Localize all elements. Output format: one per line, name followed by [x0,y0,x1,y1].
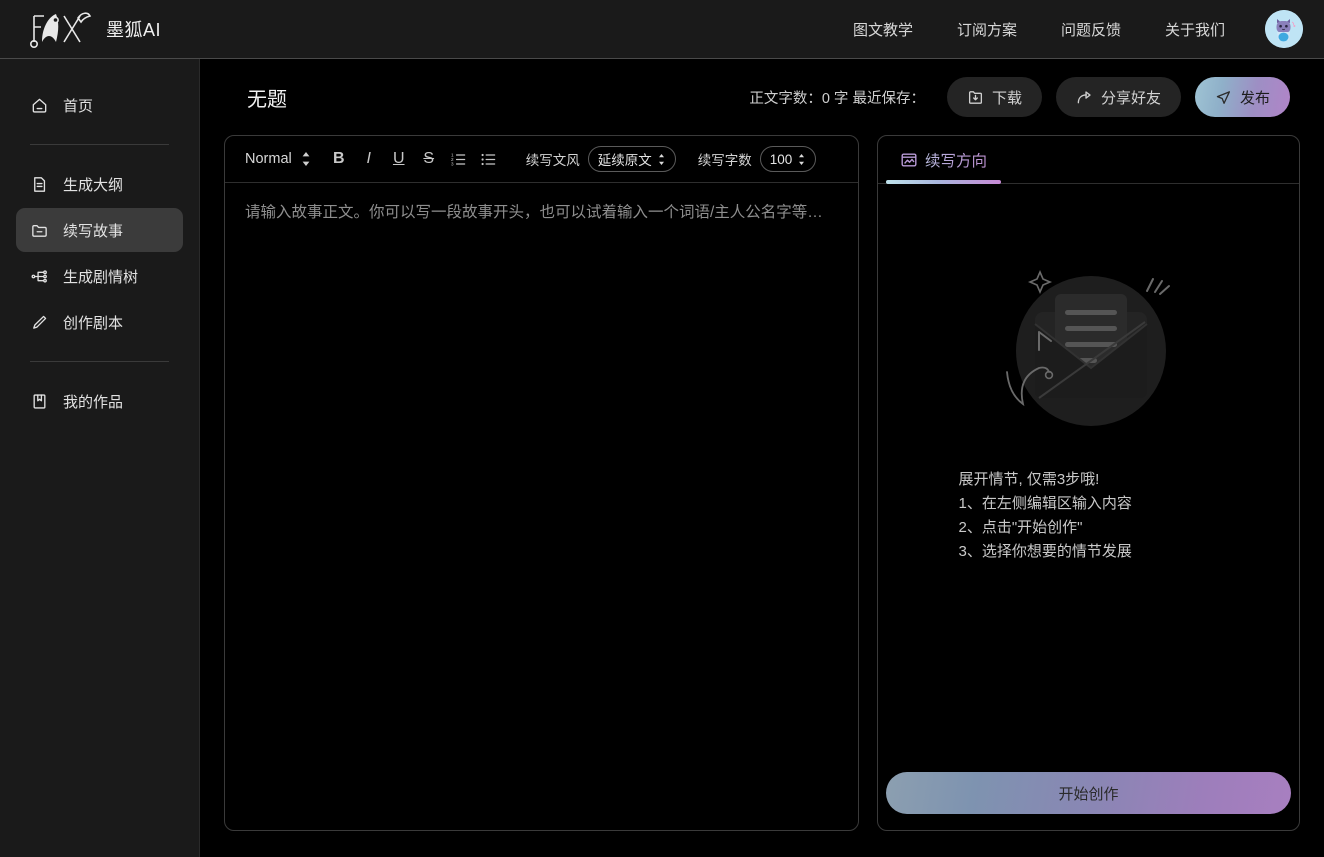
format-select-value[interactable]: Normal [239,151,298,167]
header-actions: 下载 分享好友 发布 [947,77,1290,117]
italic-label: I [367,150,371,168]
ordered-list-button[interactable]: 1 2 3 [444,144,474,174]
sidebar-item-label: 续写故事 [63,220,123,241]
tab-label: 续写方向 [925,149,987,171]
bullet-list-button[interactable] [474,144,504,174]
chevron-updown-icon [797,153,806,166]
style-label: 续写文风 [526,149,580,169]
direction-panel-empty-state: 展开情节, 仅需3步哦! 1、在左侧编辑区输入内容 2、点击"开始创作" 3、选… [878,184,1299,830]
panels-row: Normal B I U S [200,135,1324,831]
nav-item-feedback[interactable]: 问题反馈 [1039,11,1143,48]
editor-placeholder: 请输入故事正文。你可以写一段故事开头，也可以试着输入一个词语/主人公名字等… [245,201,835,224]
nav-item-tutorial[interactable]: 图文教学 [831,11,935,48]
bullet-list-icon [480,151,497,168]
sidebar-item-outline[interactable]: 生成大纲 [16,162,183,206]
sidebar-item-home[interactable]: 首页 [16,83,183,127]
instruction-title: 展开情节, 仅需3步哦! [959,468,1219,492]
sidebar-item-continue-story[interactable]: 续写故事 [16,208,183,252]
chevron-updown-icon [657,153,666,166]
svg-text:3: 3 [451,161,454,166]
download-button-label: 下载 [992,87,1022,108]
publish-button[interactable]: 发布 [1195,77,1290,117]
home-icon [30,96,49,115]
brand[interactable]: 墨狐AI [26,8,161,50]
send-icon [1215,89,1232,106]
bookmark-icon [30,392,49,411]
tab-active-underline [886,180,1001,184]
sidebar: 首页 生成大纲 续写故事 [0,59,200,857]
story-editor[interactable]: 请输入故事正文。你可以写一段故事开头，也可以试着输入一个词语/主人公名字等… [225,183,858,830]
fox-logo-icon [26,8,96,50]
style-select[interactable]: 延续原文 [588,146,676,172]
folder-minus-icon [30,221,49,240]
share-button[interactable]: 分享好友 [1056,77,1181,117]
bold-label: B [333,150,345,168]
direction-panel: 续写方向 [877,135,1300,831]
publish-button-label: 发布 [1240,87,1270,108]
instruction-step-1: 1、在左侧编辑区输入内容 [959,492,1219,516]
main-content: 无题 正文字数：0 字 最近保存： 下载 [200,59,1324,857]
sidebar-divider-2 [30,361,169,362]
avatar[interactable] [1265,10,1303,48]
editor-panel: Normal B I U S [224,135,859,831]
direction-panel-tabs: 续写方向 [878,136,1299,184]
document-header: 无题 正文字数：0 字 最近保存： 下载 [200,59,1324,135]
underline-label: U [393,150,405,168]
strikethrough-button[interactable]: S [414,144,444,174]
underline-button[interactable]: U [384,144,414,174]
length-select[interactable]: 100 [760,146,817,172]
sidebar-divider-1 [30,144,169,145]
tree-branch-icon [30,267,49,286]
nav-item-subscription[interactable]: 订阅方案 [935,11,1039,48]
sidebar-item-script[interactable]: 创作剧本 [16,300,183,344]
sidebar-item-label: 首页 [63,95,93,116]
share-icon [1076,89,1093,106]
instruction-step-3: 3、选择你想要的情节发展 [959,540,1219,564]
page-title[interactable]: 无题 [247,83,287,112]
style-select-value: 延续原文 [598,149,652,169]
bold-button[interactable]: B [324,144,354,174]
editor-toolbar: Normal B I U S [225,136,858,183]
gallery-icon [900,151,918,169]
top-navigation: 图文教学 订阅方案 问题反馈 关于我们 [831,10,1324,48]
download-button[interactable]: 下载 [947,77,1042,117]
length-label: 续写字数 [698,149,752,169]
sidebar-item-my-works[interactable]: 我的作品 [16,379,183,423]
empty-state-instructions: 展开情节, 仅需3步哦! 1、在左侧编辑区输入内容 2、点击"开始创作" 3、选… [959,468,1219,564]
start-creating-label: 开始创作 [1058,783,1118,804]
tab-continuation-direction[interactable]: 续写方向 [886,136,1001,183]
empty-envelope-illustration [979,246,1199,446]
length-select-value: 100 [770,152,793,167]
sidebar-item-label: 生成大纲 [63,174,123,195]
brand-name: 墨狐AI [106,16,161,42]
download-icon [967,89,984,106]
ordered-list-icon: 1 2 3 [450,151,467,168]
instruction-step-2: 2、点击"开始创作" [959,516,1219,540]
document-icon [30,175,49,194]
chevron-updown-icon[interactable] [298,148,324,170]
pencil-icon [30,313,49,332]
sidebar-item-label: 创作剧本 [63,312,123,333]
start-creating-button[interactable]: 开始创作 [886,772,1291,814]
sidebar-item-label: 生成剧情树 [63,266,138,287]
top-header-bar: 墨狐AI 图文教学 订阅方案 问题反馈 关于我们 [0,0,1324,59]
nav-item-about[interactable]: 关于我们 [1143,11,1247,48]
strikethrough-label: S [423,150,434,168]
document-meta: 正文字数：0 字 最近保存： [749,87,925,108]
share-button-label: 分享好友 [1101,87,1161,108]
sidebar-item-plot-tree[interactable]: 生成剧情树 [16,254,183,298]
sidebar-item-label: 我的作品 [63,391,123,412]
italic-button[interactable]: I [354,144,384,174]
